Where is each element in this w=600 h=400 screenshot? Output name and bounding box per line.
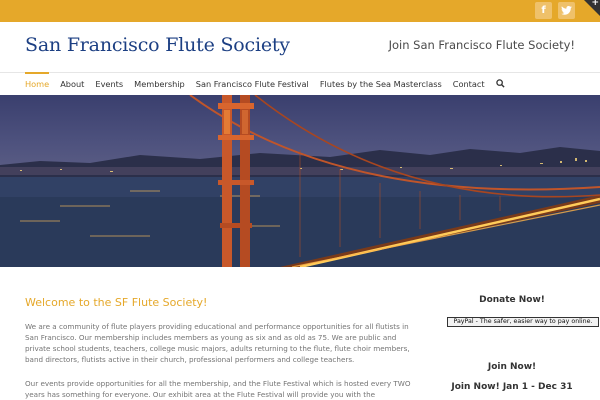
search-icon[interactable] xyxy=(495,73,506,95)
paypal-donate-button[interactable]: PayPal - The safer, easier way to pay on… xyxy=(447,317,599,327)
events-paragraph: Our events provide opportunities for all… xyxy=(25,379,411,399)
top-bar: f + xyxy=(0,0,600,22)
nav-item-membership[interactable]: Membership xyxy=(134,73,185,95)
join-now-heading: Join Now! xyxy=(487,362,537,372)
nav-item-about[interactable]: About xyxy=(60,73,84,95)
hero-image-golden-gate-bridge xyxy=(0,95,600,267)
site-title[interactable]: San Francisco Flute Society xyxy=(25,34,290,56)
join-link[interactable]: Join San Francisco Flute Society! xyxy=(389,38,575,52)
nav-item-masterclass[interactable]: Flutes by the Sea Masterclass xyxy=(320,73,442,95)
nav-item-events[interactable]: Events xyxy=(95,73,123,95)
join-period-heading: Join Now! Jan 1 - Dec 31 xyxy=(451,382,573,392)
main-nav: Home About Events Membership San Francis… xyxy=(25,72,506,95)
intro-paragraph: We are a community of flute players prov… xyxy=(25,322,410,364)
twitter-icon[interactable] xyxy=(558,2,575,19)
nav-item-home[interactable]: Home xyxy=(25,72,50,95)
welcome-heading: Welcome to the SF Flute Society! xyxy=(25,296,208,309)
donate-heading: Donate Now! xyxy=(479,295,545,305)
facebook-icon[interactable]: f xyxy=(535,2,552,19)
nav-item-flute-festival[interactable]: San Francisco Flute Festival xyxy=(196,73,309,95)
plus-icon[interactable]: + xyxy=(591,0,599,8)
nav-item-contact[interactable]: Contact xyxy=(453,73,485,95)
